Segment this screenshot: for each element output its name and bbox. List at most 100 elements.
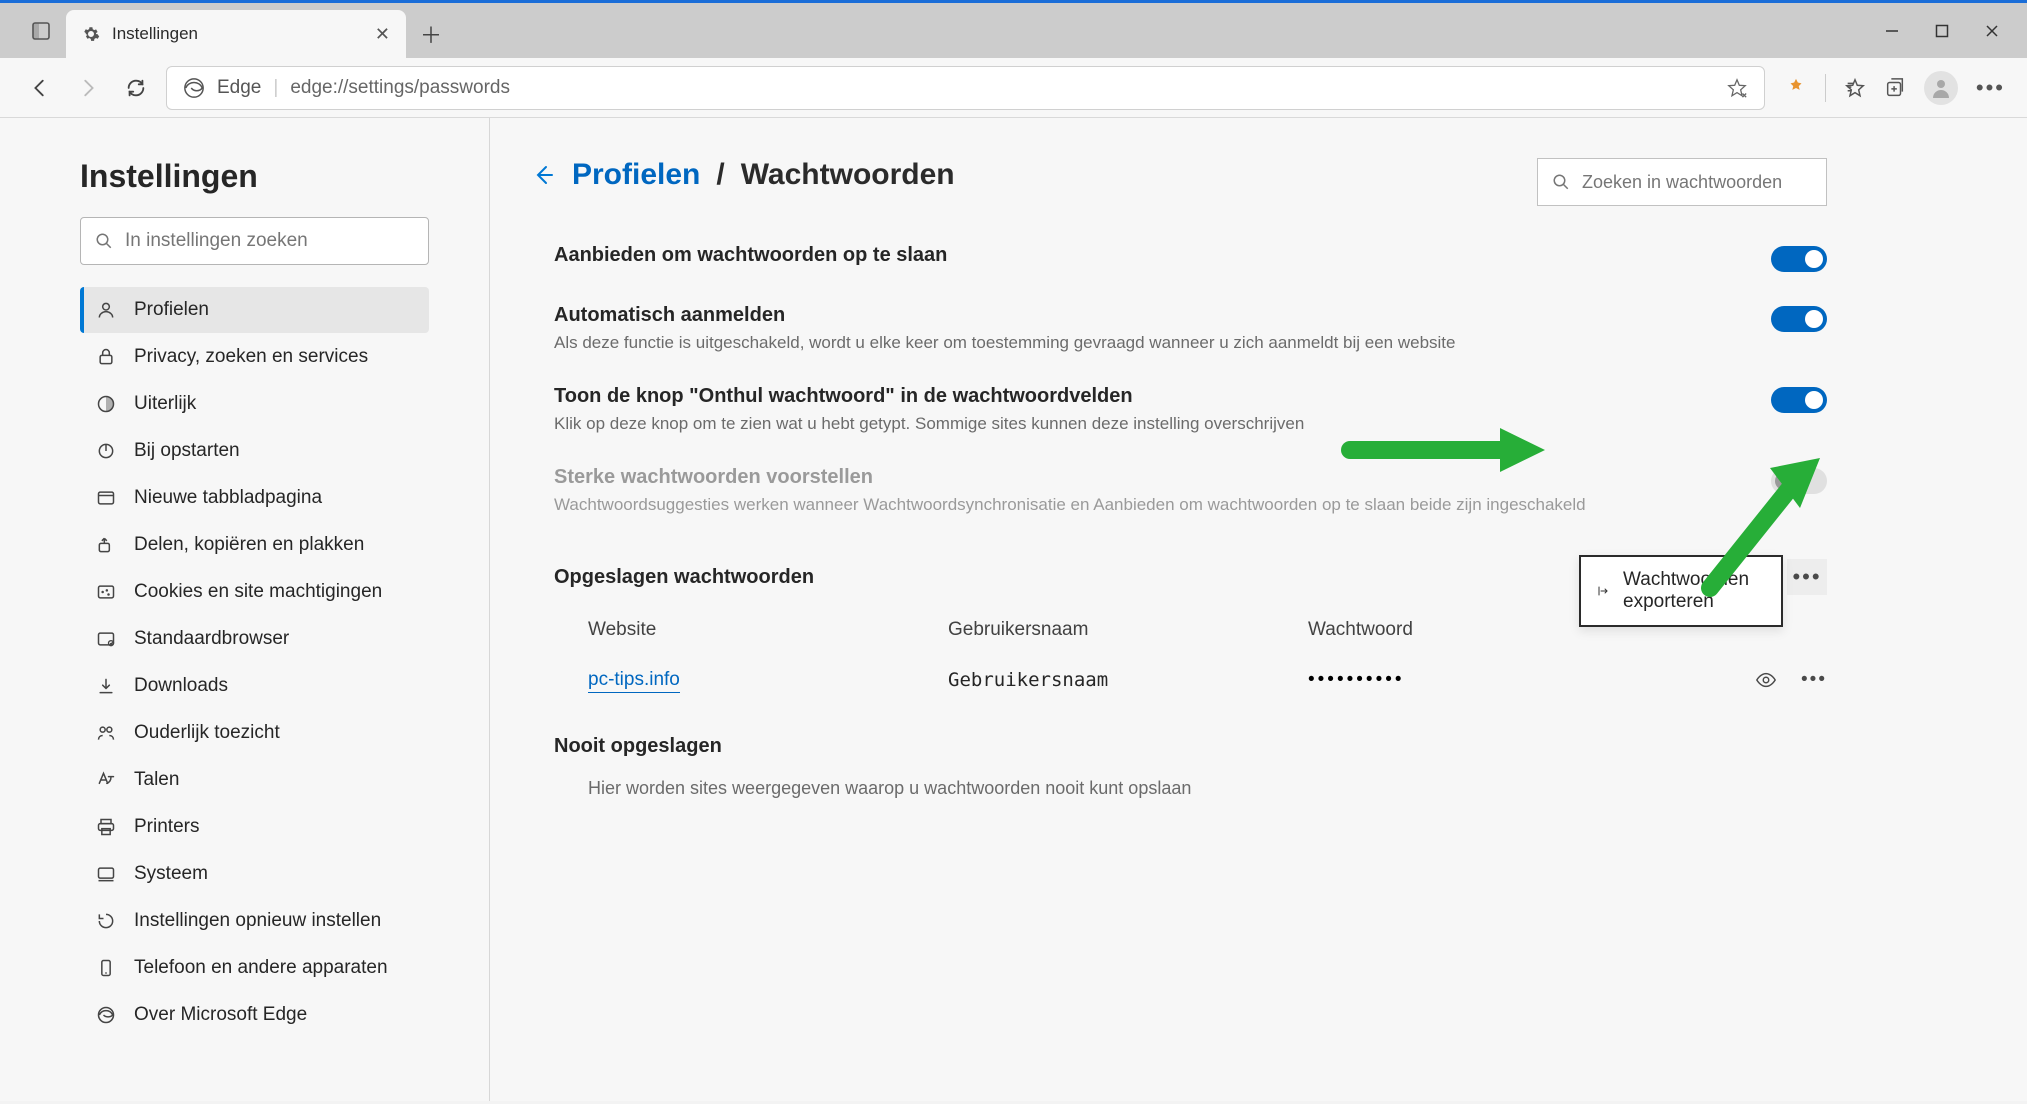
- newtab-icon: [94, 488, 118, 508]
- sidebar-item-reset[interactable]: Instellingen opnieuw instellen: [80, 898, 429, 944]
- sidebar-item-family[interactable]: Ouderlijk toezicht: [80, 710, 429, 756]
- settings-content: Instellingen In instellingen zoeken Prof…: [0, 118, 2027, 1101]
- password-username: Gebruikersnaam: [948, 669, 1308, 691]
- settings-search-input[interactable]: In instellingen zoeken: [80, 217, 429, 265]
- table-row: pc-tips.info Gebruikersnaam •••••••••• •…: [588, 669, 1827, 691]
- setting-description: Wachtwoordsuggesties werken wanneer Wach…: [554, 495, 1586, 515]
- sidebar-item-edge[interactable]: Over Microsoft Edge: [80, 992, 429, 1038]
- setting-toggle[interactable]: [1771, 306, 1827, 332]
- setting-title: Automatisch aanmelden: [554, 304, 1456, 327]
- reveal-password-icon[interactable]: [1755, 669, 1777, 691]
- sidebar-item-cookies[interactable]: Cookies en site machtigingen: [80, 569, 429, 615]
- sidebar-item-language[interactable]: Talen: [80, 757, 429, 803]
- setting-toggle[interactable]: [1771, 387, 1827, 413]
- window-controls: [1857, 3, 2027, 58]
- tab-title: Instellingen: [112, 24, 198, 44]
- favorite-star-icon[interactable]: [1726, 77, 1748, 99]
- edge-icon: [94, 1005, 118, 1025]
- close-window-icon[interactable]: [1985, 24, 1999, 38]
- collections-icon[interactable]: [1884, 77, 1906, 99]
- more-menu-icon[interactable]: •••: [1976, 75, 2005, 101]
- address-app-label: Edge: [217, 77, 261, 99]
- setting-description: Klik op deze knop om te zien wat u hebt …: [554, 414, 1304, 434]
- password-search-input[interactable]: Zoeken in wachtwoorden: [1537, 158, 1827, 206]
- profile-avatar[interactable]: [1924, 71, 1958, 105]
- search-icon: [95, 232, 113, 250]
- sidebar-item-download[interactable]: Downloads: [80, 663, 429, 709]
- reload-button[interactable]: [118, 70, 154, 106]
- sidebar-item-person[interactable]: Profielen: [80, 287, 429, 333]
- password-site-link[interactable]: pc-tips.info: [588, 669, 680, 693]
- sidebar-item-lock[interactable]: Privacy, zoeken en services: [80, 334, 429, 380]
- sidebar-item-phone[interactable]: Telefoon en andere apparaten: [80, 945, 429, 991]
- setting-description: Als deze functie is uitgeschakeld, wordt…: [554, 333, 1456, 353]
- extensions-icon[interactable]: [1785, 77, 1807, 99]
- sidebar-item-label: Telefoon en andere apparaten: [134, 957, 388, 979]
- sidebar-item-share[interactable]: Delen, kopiëren en plakken: [80, 522, 429, 568]
- system-icon: [94, 864, 118, 884]
- col-website: Website: [588, 619, 948, 641]
- breadcrumb-link[interactable]: Profielen: [572, 158, 700, 192]
- sidebar-item-label: Downloads: [134, 675, 228, 697]
- power-icon: [94, 441, 118, 461]
- sidebar-item-label: Delen, kopiëren en plakken: [134, 534, 364, 556]
- maximize-icon[interactable]: [1935, 24, 1949, 38]
- reset-icon: [94, 911, 118, 931]
- new-tab-button[interactable]: ＋: [406, 10, 456, 58]
- saved-passwords-title: Opgeslagen wachtwoorden: [554, 566, 814, 589]
- cookies-icon: [94, 582, 118, 602]
- export-label: Wachtwoorden exporteren: [1623, 569, 1757, 613]
- setting-toggle: [1771, 468, 1827, 494]
- sidebar-item-label: Talen: [134, 769, 179, 791]
- toolbar-separator: [1825, 74, 1826, 102]
- breadcrumb-separator: /: [716, 158, 724, 192]
- setting-row: Aanbieden om wachtwoorden op te slaan: [554, 230, 1827, 290]
- person-icon: [94, 300, 118, 320]
- sidebar-item-label: Cookies en site machtigingen: [134, 581, 382, 603]
- search-placeholder: In instellingen zoeken: [125, 230, 308, 252]
- sidebar-item-label: Privacy, zoeken en services: [134, 346, 368, 368]
- phone-icon: [94, 958, 118, 978]
- back-button[interactable]: [22, 70, 58, 106]
- export-passwords-menu-item[interactable]: Wachtwoorden exporteren: [1579, 555, 1783, 627]
- setting-row: Toon de knop "Onthul wachtwoord" in de w…: [554, 371, 1827, 452]
- address-bar[interactable]: Edge | edge://settings/passwords: [166, 66, 1765, 110]
- lock-icon: [94, 347, 118, 367]
- setting-toggle[interactable]: [1771, 246, 1827, 272]
- favorites-icon[interactable]: [1844, 77, 1866, 99]
- export-icon: [1597, 581, 1609, 601]
- sidebar-item-power[interactable]: Bij opstarten: [80, 428, 429, 474]
- password-search-placeholder: Zoeken in wachtwoorden: [1582, 172, 1782, 193]
- printer-icon: [94, 817, 118, 837]
- sidebar-item-system[interactable]: Systeem: [80, 851, 429, 897]
- download-icon: [94, 676, 118, 696]
- sidebar-item-appearance[interactable]: Uiterlijk: [80, 381, 429, 427]
- edge-logo-icon: [183, 77, 205, 99]
- minimize-icon[interactable]: [1885, 24, 1899, 38]
- setting-row: Automatisch aanmelden Als deze functie is…: [554, 290, 1827, 371]
- saved-passwords-more-button[interactable]: •••: [1787, 559, 1827, 595]
- breadcrumb-back-icon[interactable]: [532, 163, 556, 187]
- setting-title: Toon de knop "Onthul wachtwoord" in de w…: [554, 385, 1304, 408]
- family-icon: [94, 723, 118, 743]
- sidebar-item-printer[interactable]: Printers: [80, 804, 429, 850]
- sidebar-item-default[interactable]: Standaardbrowser: [80, 616, 429, 662]
- close-tab-icon[interactable]: ✕: [375, 24, 390, 45]
- row-more-icon[interactable]: •••: [1801, 669, 1827, 691]
- browser-tab[interactable]: Instellingen ✕: [66, 10, 406, 58]
- setting-title: Sterke wachtwoorden voorstellen: [554, 466, 1586, 489]
- forward-button[interactable]: [70, 70, 106, 106]
- toolbar-right: •••: [1777, 71, 2005, 105]
- sidebar-item-label: Ouderlijk toezicht: [134, 722, 280, 744]
- search-icon: [1552, 173, 1570, 191]
- tab-strip: Instellingen ✕ ＋: [0, 3, 2027, 58]
- sidebar-item-label: Bij opstarten: [134, 440, 240, 462]
- sidebar-item-newtab[interactable]: Nieuwe tabbladpagina: [80, 475, 429, 521]
- setting-title: Aanbieden om wachtwoorden op te slaan: [554, 244, 947, 267]
- sidebar-item-label: Standaardbrowser: [134, 628, 289, 650]
- sidebar-item-label: Over Microsoft Edge: [134, 1004, 307, 1026]
- setting-row: Sterke wachtwoorden voorstellen Wachtwoor…: [554, 452, 1827, 533]
- never-saved-title: Nooit opgeslagen: [554, 735, 1827, 758]
- col-username: Gebruikersnaam: [948, 619, 1308, 641]
- tab-actions-icon[interactable]: [16, 3, 66, 58]
